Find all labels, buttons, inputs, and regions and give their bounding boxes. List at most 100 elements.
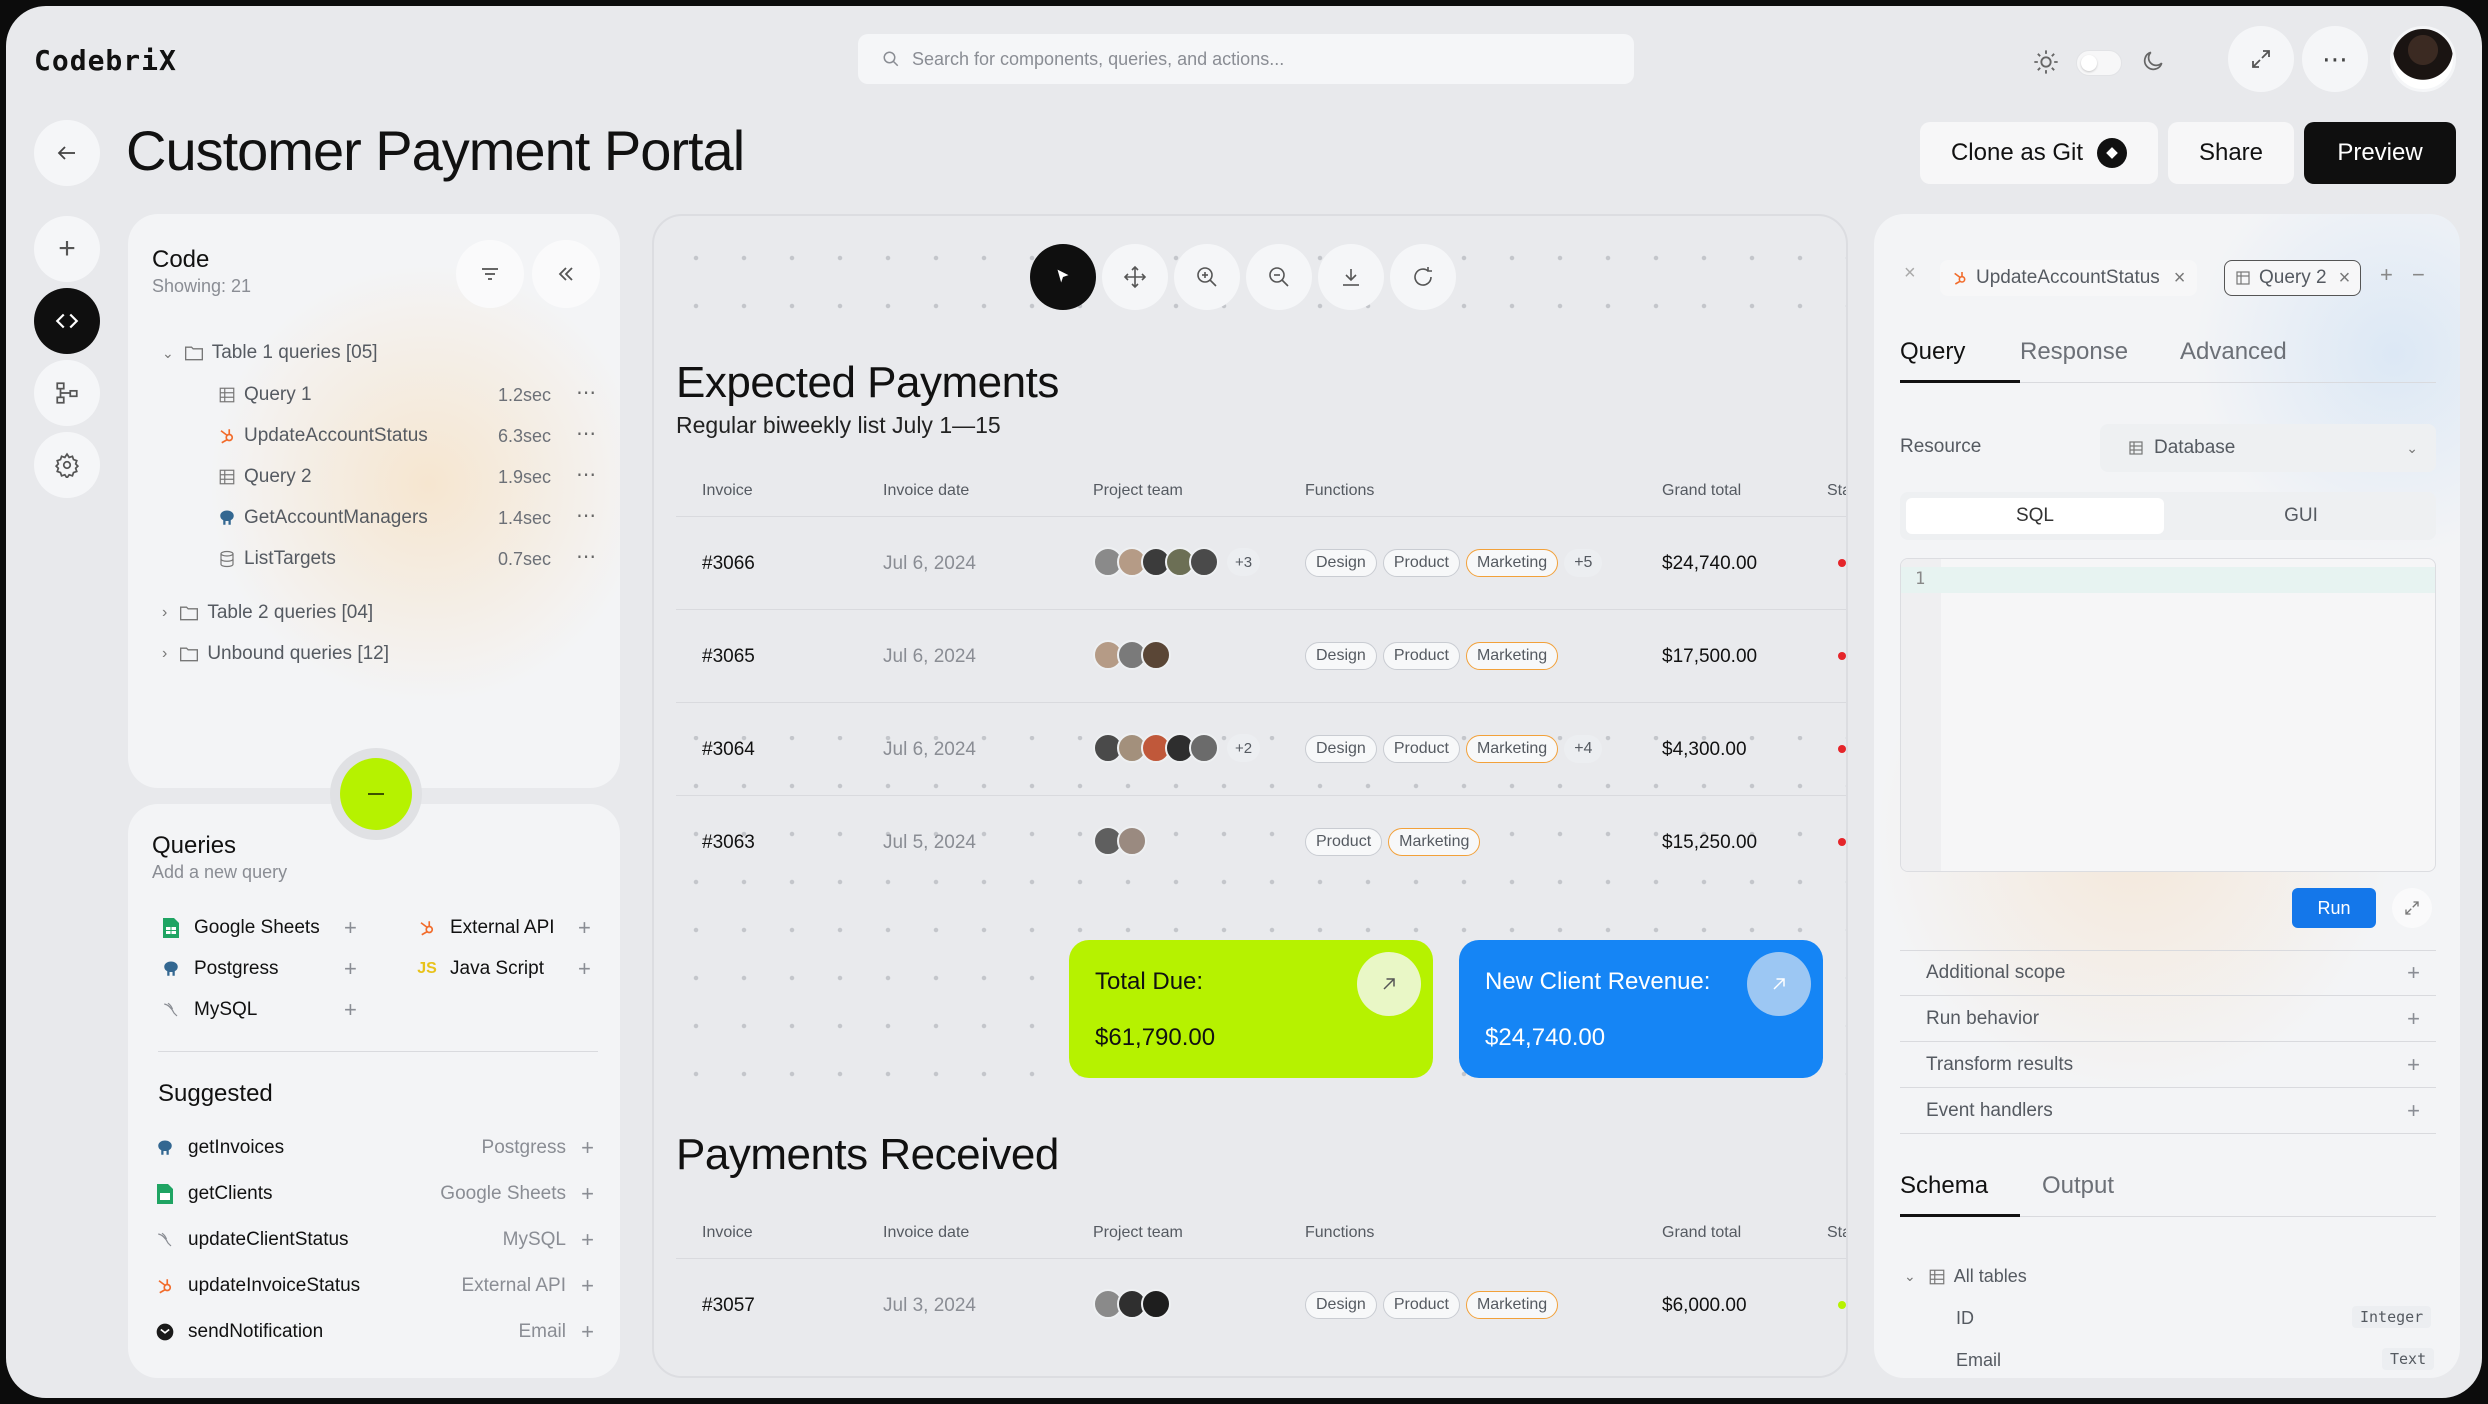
- mode-sql[interactable]: SQL: [1906, 498, 2164, 534]
- add-suggested-button[interactable]: +: [581, 1181, 594, 1207]
- open-card-button[interactable]: [1357, 952, 1421, 1016]
- add-source-button[interactable]: +: [344, 997, 357, 1023]
- code-view-button[interactable]: [34, 288, 100, 354]
- total-due-card[interactable]: Total Due: $61,790.00: [1069, 940, 1433, 1078]
- tree-group-table2[interactable]: › Table 2 queries [04]: [162, 602, 373, 624]
- project-team[interactable]: [1093, 1289, 1171, 1319]
- tab-query[interactable]: Query: [1900, 338, 1965, 366]
- collapse-panel-button[interactable]: [532, 240, 600, 308]
- invoice-number[interactable]: #3063: [702, 832, 755, 854]
- tree-item-query2[interactable]: Query 2 1.9sec: [218, 466, 608, 488]
- close-tab-icon[interactable]: ×: [2339, 267, 2351, 290]
- invoice-number[interactable]: #3057: [702, 1295, 755, 1317]
- column-header[interactable]: Grand total: [1662, 1224, 1741, 1242]
- download-tool[interactable]: [1318, 244, 1384, 310]
- move-tool[interactable]: [1102, 244, 1168, 310]
- workflow-button[interactable]: [34, 360, 100, 426]
- source-mysql[interactable]: MySQL: [160, 999, 257, 1021]
- tree-group-table1[interactable]: ⌄ Table 1 queries [05]: [162, 342, 378, 364]
- project-team[interactable]: +2: [1093, 733, 1261, 763]
- tree-item-get-account-managers[interactable]: GetAccountManagers 1.4sec: [218, 507, 608, 529]
- column-header[interactable]: Invoice date: [883, 482, 969, 500]
- section-additional-scope[interactable]: Additional scope +: [1900, 950, 2436, 996]
- expand-editor-button[interactable]: [2392, 888, 2432, 928]
- open-card-button[interactable]: [1747, 952, 1811, 1016]
- suggested-item[interactable]: sendNotification Email +: [154, 1319, 594, 1345]
- clone-as-git-button[interactable]: Clone as Git: [1920, 122, 2158, 184]
- back-button[interactable]: [34, 120, 100, 186]
- project-team[interactable]: [1093, 640, 1171, 670]
- expand-button[interactable]: [2228, 26, 2294, 92]
- column-header[interactable]: Project team: [1093, 1224, 1183, 1242]
- tab-advanced[interactable]: Advanced: [2180, 338, 2287, 366]
- select-tool[interactable]: [1030, 244, 1096, 310]
- tree-group-unbound[interactable]: › Unbound queries [12]: [162, 643, 389, 665]
- schema-all-tables[interactable]: ⌄ All tables: [1904, 1266, 2027, 1287]
- column-header[interactable]: Functions: [1305, 1224, 1374, 1242]
- tab-output[interactable]: Output: [2042, 1172, 2114, 1200]
- section-event-handlers[interactable]: Event handlers +: [1900, 1088, 2436, 1134]
- add-suggested-button[interactable]: +: [581, 1135, 594, 1161]
- source-postgres[interactable]: Postgress: [160, 958, 278, 980]
- suggested-item[interactable]: getInvoices Postgress +: [154, 1135, 594, 1161]
- project-team[interactable]: [1093, 826, 1147, 856]
- invoice-number[interactable]: #3065: [702, 646, 755, 668]
- add-suggested-button[interactable]: +: [581, 1273, 594, 1299]
- minimize-icon[interactable]: −: [2412, 262, 2425, 288]
- item-menu-icon[interactable]: ⋯: [576, 544, 597, 569]
- source-javascript[interactable]: JS Java Script: [416, 958, 544, 980]
- tree-item-query1[interactable]: Query 1 1.2sec: [218, 384, 608, 406]
- project-team[interactable]: +3: [1093, 547, 1261, 577]
- suggested-item[interactable]: updateInvoiceStatus External API +: [154, 1273, 594, 1299]
- open-tab-query2[interactable]: Query 2 ×: [2224, 260, 2362, 296]
- moon-icon[interactable]: [2140, 48, 2166, 74]
- column-header[interactable]: Invoice: [702, 1224, 753, 1242]
- invoice-number[interactable]: #3066: [702, 553, 755, 575]
- add-suggested-button[interactable]: +: [581, 1319, 594, 1345]
- item-menu-icon[interactable]: ⋯: [576, 380, 597, 405]
- new-client-revenue-card[interactable]: New Client Revenue: $24,740.00: [1459, 940, 1823, 1078]
- section-transform-results[interactable]: Transform results +: [1900, 1042, 2436, 1088]
- column-header[interactable]: Invoice: [702, 482, 753, 500]
- item-menu-icon[interactable]: ⋯: [576, 421, 597, 446]
- filter-button[interactable]: [456, 240, 524, 308]
- tree-item-list-targets[interactable]: ListTargets 0.7sec: [218, 548, 608, 570]
- schema-field-name[interactable]: Email: [1956, 1350, 2001, 1371]
- column-header[interactable]: Sta: [1827, 1224, 1846, 1242]
- add-suggested-button[interactable]: +: [581, 1227, 594, 1253]
- share-button[interactable]: Share: [2168, 122, 2294, 184]
- zoom-out-tool[interactable]: [1246, 244, 1312, 310]
- user-avatar[interactable]: [2390, 26, 2456, 92]
- open-tab-update-account-status[interactable]: UpdateAccountStatus ×: [1940, 260, 2198, 296]
- column-header[interactable]: Grand total: [1662, 482, 1741, 500]
- item-menu-icon[interactable]: ⋯: [576, 462, 597, 487]
- resize-handle[interactable]: [340, 758, 412, 830]
- more-button[interactable]: ⋯: [2302, 26, 2368, 92]
- theme-toggle[interactable]: [2076, 50, 2122, 76]
- search-bar[interactable]: Search for components, queries, and acti…: [858, 34, 1634, 84]
- close-icon[interactable]: ×: [1904, 262, 1916, 285]
- run-button[interactable]: Run: [2292, 888, 2376, 928]
- add-source-button[interactable]: +: [578, 956, 591, 982]
- source-google-sheets[interactable]: Google Sheets: [160, 917, 320, 939]
- section-run-behavior[interactable]: Run behavior +: [1900, 996, 2436, 1042]
- mode-gui[interactable]: GUI: [2172, 498, 2430, 534]
- tree-item-update-account-status[interactable]: UpdateAccountStatus 6.3sec: [218, 425, 608, 447]
- tab-schema[interactable]: Schema: [1900, 1172, 1988, 1200]
- add-source-button[interactable]: +: [344, 915, 357, 941]
- add-button[interactable]: +: [34, 216, 100, 282]
- close-tab-icon[interactable]: ×: [2174, 267, 2186, 290]
- sql-editor[interactable]: 1: [1900, 558, 2436, 872]
- invoice-number[interactable]: #3064: [702, 739, 755, 761]
- add-source-button[interactable]: +: [344, 956, 357, 982]
- refresh-tool[interactable]: [1390, 244, 1456, 310]
- settings-button[interactable]: [34, 432, 100, 498]
- suggested-item[interactable]: getClients Google Sheets +: [154, 1181, 594, 1207]
- item-menu-icon[interactable]: ⋯: [576, 503, 597, 528]
- sun-icon[interactable]: [2032, 48, 2060, 76]
- add-tab-icon[interactable]: +: [2380, 262, 2393, 288]
- add-source-button[interactable]: +: [578, 915, 591, 941]
- column-header[interactable]: Project team: [1093, 482, 1183, 500]
- column-header[interactable]: Functions: [1305, 482, 1374, 500]
- schema-field-name[interactable]: ID: [1956, 1308, 1974, 1329]
